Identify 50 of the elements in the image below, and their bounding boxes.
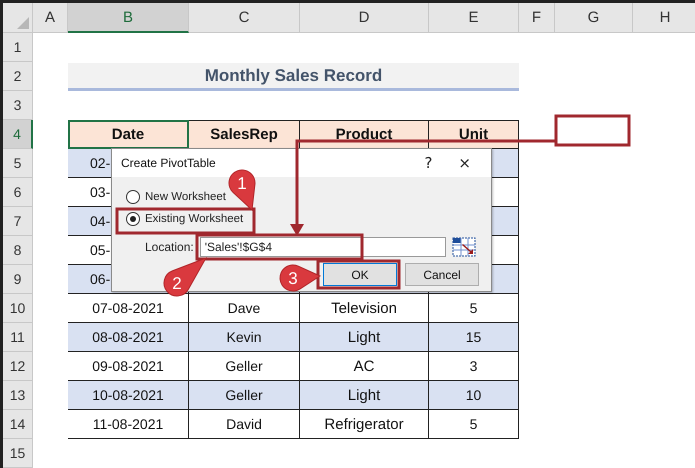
row-header[interactable]: 5 [3,149,33,178]
table-cell: Light [300,323,429,352]
column-header[interactable]: F [519,3,555,33]
row-header[interactable]: 14 [3,410,33,439]
table-cell: Geller [189,381,300,410]
column-header[interactable]: G [555,3,633,33]
column-header[interactable]: H [633,3,695,33]
radio-button[interactable] [126,212,140,226]
sheet-title: Monthly Sales Record [68,63,519,91]
row-header[interactable]: 9 [3,265,33,294]
range-picker-icon[interactable] [452,237,476,257]
help-button[interactable]: ? [414,154,442,172]
column-header[interactable]: E [429,3,519,33]
table-cell: Light [300,381,429,410]
table-cell: Refrigerator [300,410,429,439]
radio-button[interactable] [126,190,140,204]
row-header[interactable]: 6 [3,178,33,207]
table-cell: 15 [429,323,519,352]
close-button[interactable]: × [448,154,481,172]
table-cell: 08-08-2021 [68,323,189,352]
table-cell: 10-08-2021 [68,381,189,410]
row-header[interactable]: 7 [3,207,33,236]
row-header[interactable]: 11 [3,323,33,352]
row-header[interactable]: 13 [3,381,33,410]
table-cell: Kevin [189,323,300,352]
cancel-button[interactable]: Cancel [405,263,479,286]
row-header[interactable]: 15 [3,439,33,468]
corner-triangle-icon [16,16,30,30]
row-header[interactable]: 2 [3,62,33,91]
row-header[interactable]: 12 [3,352,33,381]
table-cell: David [189,410,300,439]
row-header[interactable]: 4 [3,120,33,149]
location-field[interactable]: 'Sales'!$G$4 [200,237,446,257]
column-header[interactable]: C [189,3,300,33]
ok-button[interactable]: OK [323,263,397,286]
row-header[interactable]: 8 [3,236,33,265]
step-callout: 2 [164,258,206,296]
row-header[interactable]: 3 [3,91,33,120]
table-header-cell: Date [68,120,189,149]
column-header[interactable]: A [33,3,68,33]
table-cell: 11-08-2021 [68,410,189,439]
table-header-cell: SalesRep [189,120,300,149]
column-header[interactable]: B [68,3,189,33]
table-cell: 5 [429,410,519,439]
step-callout: 3 [280,264,320,292]
table-cell: 10 [429,381,519,410]
column-header[interactable]: D [300,3,429,33]
row-header[interactable]: 10 [3,294,33,323]
step-callout: 1 [228,170,256,210]
row-header[interactable]: 1 [3,33,33,62]
